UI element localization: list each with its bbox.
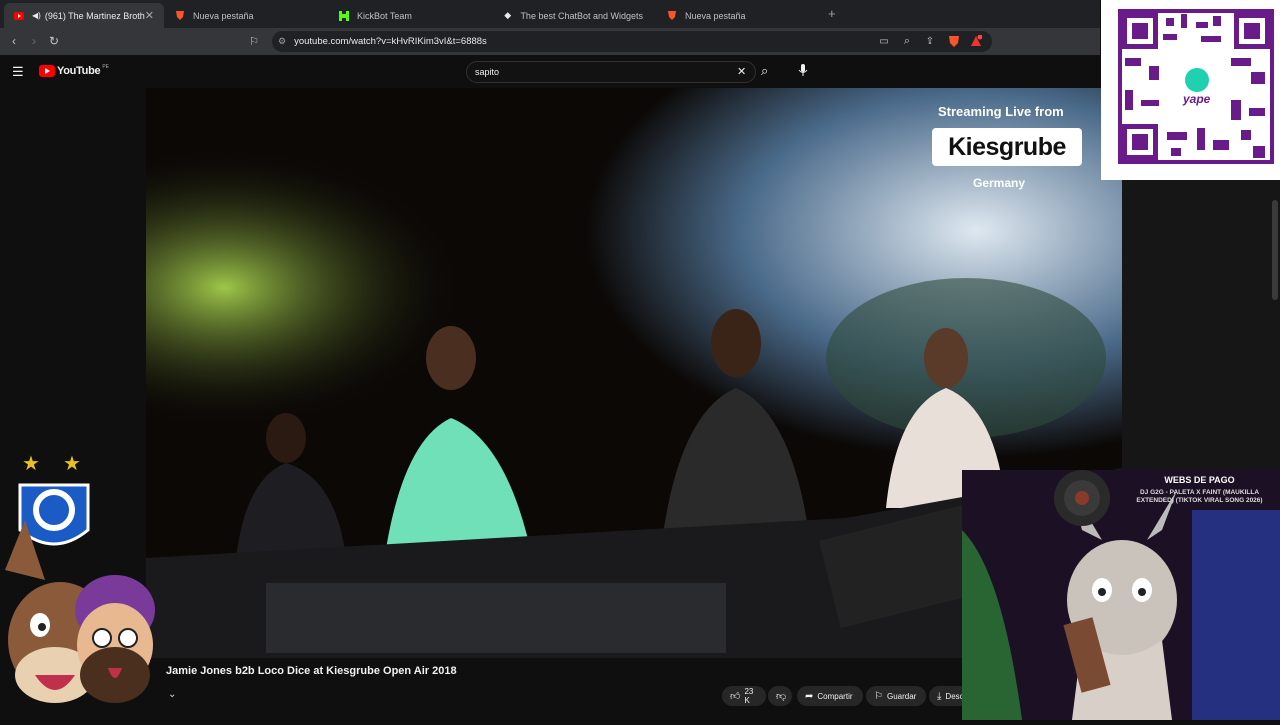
thumbs-up-icon: 👍︎: [730, 691, 741, 702]
kiesgrube-logo: Kiesgrube: [932, 128, 1082, 166]
back-icon[interactable]: ‹: [6, 33, 22, 49]
youtube-icon: [39, 65, 55, 77]
like-count: 23 K: [744, 687, 754, 705]
qr-code-icon: [1118, 9, 1274, 164]
forward-icon[interactable]: ›: [26, 33, 42, 49]
tab-nueva-2[interactable]: Nueva pestaña: [657, 3, 817, 28]
vinyl-record-icon: [1047, 470, 1117, 530]
chevron-down-icon[interactable]: ⌄: [168, 689, 176, 700]
tab-youtube[interactable]: ◀) (961) The Martinez Brothers | ✕: [4, 3, 164, 28]
close-tab-icon[interactable]: ✕: [145, 9, 154, 22]
streamer-webcam: WEBS DE PAGO DJ G2G - PALETA X FAINT (MA…: [962, 470, 1280, 720]
new-tab-button[interactable]: +: [828, 6, 836, 21]
donkey-mascot-icon: ★ ★: [5, 451, 155, 703]
kickbot-icon: [339, 10, 349, 21]
download-icon: ⤓: [937, 690, 942, 702]
yape-brand: yape: [1183, 92, 1211, 106]
search-query: sapito: [475, 67, 500, 77]
save-button[interactable]: ⚐ Guardar: [866, 686, 926, 706]
qr-panel: yape: [1101, 0, 1280, 180]
streamer-logo-overlay: ★ ★: [0, 440, 170, 720]
brave-rewards-icon[interactable]: [968, 33, 984, 49]
speaker-icon[interactable]: ◀): [32, 11, 41, 20]
zoom-icon[interactable]: ⌕: [899, 33, 915, 49]
clear-search-icon[interactable]: ✕: [737, 65, 746, 78]
download-button[interactable]: ⤓ Desc: [929, 686, 962, 706]
tab-kickbot[interactable]: KickBot Team: [329, 3, 489, 28]
logo-text: YouTube: [57, 65, 101, 77]
url-text: youtube.com/watch?v=kHvRIKim3vI&t=6888s: [294, 36, 487, 47]
overlay-brand: Kiesgrube: [948, 132, 1066, 161]
overlay-heading: WEBS DE PAGO: [1164, 475, 1235, 485]
share-icon[interactable]: ⇪: [922, 33, 938, 49]
tab-title: The best ChatBot and Widgets for Ki: [520, 10, 645, 21]
download-label: Desc: [945, 691, 962, 701]
video-title: Jamie Jones b2b Loco Dice at Kiesgrube O…: [166, 665, 457, 677]
youtube-logo[interactable]: YouTube PE: [39, 64, 109, 77]
svg-text:★: ★: [22, 451, 40, 475]
thumbs-down-icon: 👎︎: [776, 691, 787, 702]
like-button[interactable]: 👍︎ 23 K: [722, 686, 766, 706]
now-playing-text: DJ G2G - PALETA X FAINT (MAUKILLA EXTEND…: [1136, 489, 1263, 504]
tab-title: Nueva pestaña: [193, 10, 254, 21]
tab-title: KickBot Team: [357, 10, 412, 21]
share-arrow-icon: ➦: [805, 690, 814, 702]
dislike-button[interactable]: 👎︎: [768, 686, 792, 706]
bookmark-icon: ⚐: [874, 690, 883, 702]
site-info-icon[interactable]: ⚙: [278, 36, 286, 47]
microphone-icon[interactable]: [798, 63, 808, 80]
bookmark-icon[interactable]: ⚐: [246, 33, 262, 49]
browser-toolbar: ‹ › ↻ ⚐ ⚙ youtube.com/watch?v=kHvRIKim3v…: [0, 28, 1100, 55]
save-label: Guardar: [886, 691, 917, 701]
share-button[interactable]: ➦ Compartir: [797, 686, 863, 706]
region-code: PE: [102, 64, 109, 70]
recommendations-panel: [1122, 180, 1280, 470]
cast-icon[interactable]: ▭: [876, 33, 892, 49]
overlay-country: Germany: [973, 176, 1026, 190]
search-input[interactable]: sapito ✕: [466, 61, 756, 83]
webcam-frame: [962, 470, 1280, 720]
share-label: Compartir: [817, 691, 853, 701]
reload-icon[interactable]: ↻: [46, 33, 62, 49]
brave-shield-icon[interactable]: [946, 33, 962, 49]
browser-tab-strip: ◀) (961) The Martinez Brothers | ✕ Nueva…: [0, 0, 1100, 28]
tab-nueva-1[interactable]: Nueva pestaña: [165, 3, 325, 28]
search-icon[interactable]: ⌕: [761, 63, 768, 79]
youtube-header: ☰ YouTube PE sapito ✕ ⌕: [0, 55, 1100, 88]
brave-icon: [175, 11, 185, 21]
scrollbar[interactable]: [1272, 200, 1278, 300]
tab-title: (961) The Martinez Brothers |: [44, 10, 145, 21]
diamond-icon: ◆: [504, 10, 512, 20]
tab-chatbot[interactable]: ◆ The best ChatBot and Widgets for Ki: [493, 3, 655, 28]
tab-title: Nueva pestaña: [685, 10, 746, 21]
youtube-icon: [14, 11, 24, 21]
overlay-streaming-text: Streaming Live from: [938, 104, 1064, 119]
menu-icon[interactable]: ☰: [12, 64, 24, 80]
brave-icon: [667, 11, 677, 21]
svg-text:★: ★: [63, 451, 81, 475]
